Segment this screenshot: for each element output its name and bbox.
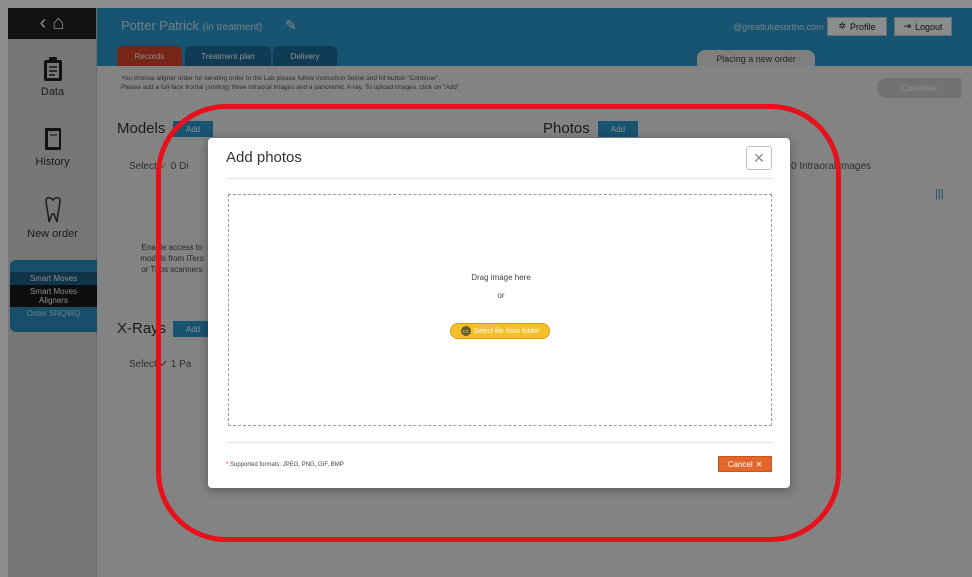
highlight-annotation	[156, 104, 841, 542]
